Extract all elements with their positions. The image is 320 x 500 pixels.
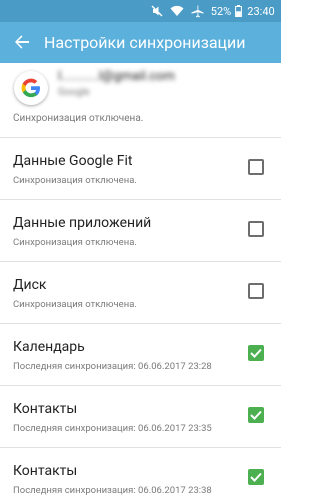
check-icon xyxy=(250,410,262,420)
sync-item-contacts[interactable]: Контакты Последняя синхронизация: 06.06.… xyxy=(0,386,281,447)
clock: 23:40 xyxy=(247,4,275,18)
google-logo-icon xyxy=(14,71,48,105)
sync-item-google-fit[interactable]: Данные Google Fit Синхронизация отключен… xyxy=(0,138,281,199)
arrow-back-icon xyxy=(15,35,29,49)
sync-checkbox[interactable] xyxy=(248,407,264,423)
page-title: Настройки синхронизации xyxy=(44,33,246,52)
item-status: Последняя синхронизация: 06.06.2017 23:3… xyxy=(13,423,212,434)
check-icon xyxy=(250,348,262,358)
item-status: Синхронизация отключена. xyxy=(13,299,137,310)
item-title: Данные приложений xyxy=(13,215,152,231)
back-button[interactable] xyxy=(8,28,36,56)
sync-checkbox[interactable] xyxy=(248,469,264,485)
item-status: Последняя синхронизация: 06.06.2017 23:3… xyxy=(13,485,212,496)
sync-item-drive[interactable]: Диск Синхронизация отключена. xyxy=(0,262,281,323)
check-icon xyxy=(250,472,262,482)
item-title: Календарь xyxy=(13,339,85,355)
item-title: Диск xyxy=(13,277,47,293)
battery-percent: 52% xyxy=(210,4,232,18)
item-title: Данные Google Fit xyxy=(13,153,133,169)
account-email: l...........l@gmail.com xyxy=(58,69,175,84)
app-bar: Настройки синхронизации xyxy=(0,22,281,63)
item-title: Контакты xyxy=(13,401,78,417)
item-status: Синхронизация отключена. xyxy=(13,237,137,248)
sync-checkbox[interactable] xyxy=(248,345,264,361)
sync-item-app-data[interactable]: Данные приложений Синхронизация отключен… xyxy=(0,200,281,261)
sync-item-calendar[interactable]: Календарь Последняя синхронизация: 06.06… xyxy=(0,324,281,385)
sync-checkbox[interactable] xyxy=(248,159,264,175)
sync-checkbox[interactable] xyxy=(248,221,264,237)
wifi-icon xyxy=(169,0,185,22)
sync-checkbox[interactable] xyxy=(248,283,264,299)
account-header: l...........l@gmail.com Google xyxy=(0,63,281,119)
sync-item-contacts-2[interactable]: Контакты Последняя синхронизация: 06.06.… xyxy=(0,448,281,500)
account-type: Google xyxy=(58,87,90,98)
item-title: Контакты xyxy=(13,463,78,479)
previous-item-status: Синхронизация отключена. xyxy=(13,113,144,124)
mute-icon xyxy=(150,0,164,22)
airplane-icon xyxy=(189,0,205,22)
status-bar: 52% 23:40 xyxy=(0,0,281,22)
battery-icon xyxy=(234,0,242,22)
item-status: Последняя синхронизация: 06.06.2017 23:2… xyxy=(13,361,212,372)
item-status: Синхронизация отключена. xyxy=(13,175,137,186)
